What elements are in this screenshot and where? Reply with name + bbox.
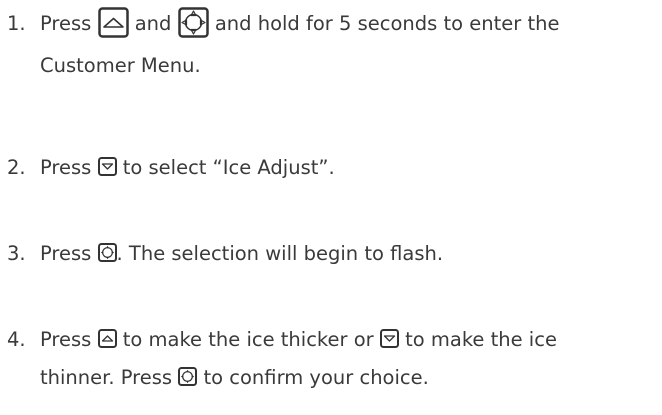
- step-text: and hold for 5 seconds to enter the: [214, 12, 560, 35]
- down-button-icon: [97, 157, 117, 176]
- step-1-line-1: 1. Press and and hold for 5 seconds to en…: [7, 7, 560, 40]
- step-text: Press: [40, 242, 92, 265]
- step-4: 4. Press to make the ice thicker or to ma…: [7, 328, 557, 390]
- step-number: 1.: [7, 12, 26, 35]
- step-text: Customer Menu.: [40, 54, 201, 77]
- step-text: Press: [40, 12, 92, 35]
- up-button-icon: [97, 329, 117, 348]
- step-text: to make the ice: [405, 328, 557, 351]
- step-3: 3. Press . The selection will begin to fl…: [7, 242, 443, 266]
- step-text: Press: [40, 328, 92, 351]
- step-number: 4.: [7, 328, 26, 351]
- set-button-icon: [178, 367, 198, 386]
- set-button-icon: [177, 7, 209, 38]
- step-4-line-1: 4. Press to make the ice thicker or to ma…: [7, 328, 557, 352]
- down-button-icon: [379, 329, 399, 348]
- set-button-icon: [97, 243, 117, 262]
- step-text: Press: [40, 156, 92, 179]
- up-button-icon: [97, 7, 129, 38]
- step-text: to select “Ice Adjust”.: [122, 156, 335, 179]
- step-number: 2.: [7, 156, 26, 179]
- step-text: to make the ice thicker or: [122, 328, 374, 351]
- step-1-line-2: Customer Menu.: [7, 54, 560, 78]
- step-text: . The selection will begin to flash.: [116, 242, 444, 265]
- step-text: to confirm your choice.: [203, 366, 429, 389]
- step-1: 1. Press and and hold for 5 seconds to en…: [7, 7, 560, 78]
- step-text: and: [134, 12, 172, 35]
- step-text: thinner. Press: [40, 366, 173, 389]
- step-number: 3.: [7, 242, 26, 265]
- step-2: 2. Press to select “Ice Adjust”.: [7, 156, 335, 180]
- step-4-line-2: thinner. Press to confirm your choice.: [7, 366, 557, 390]
